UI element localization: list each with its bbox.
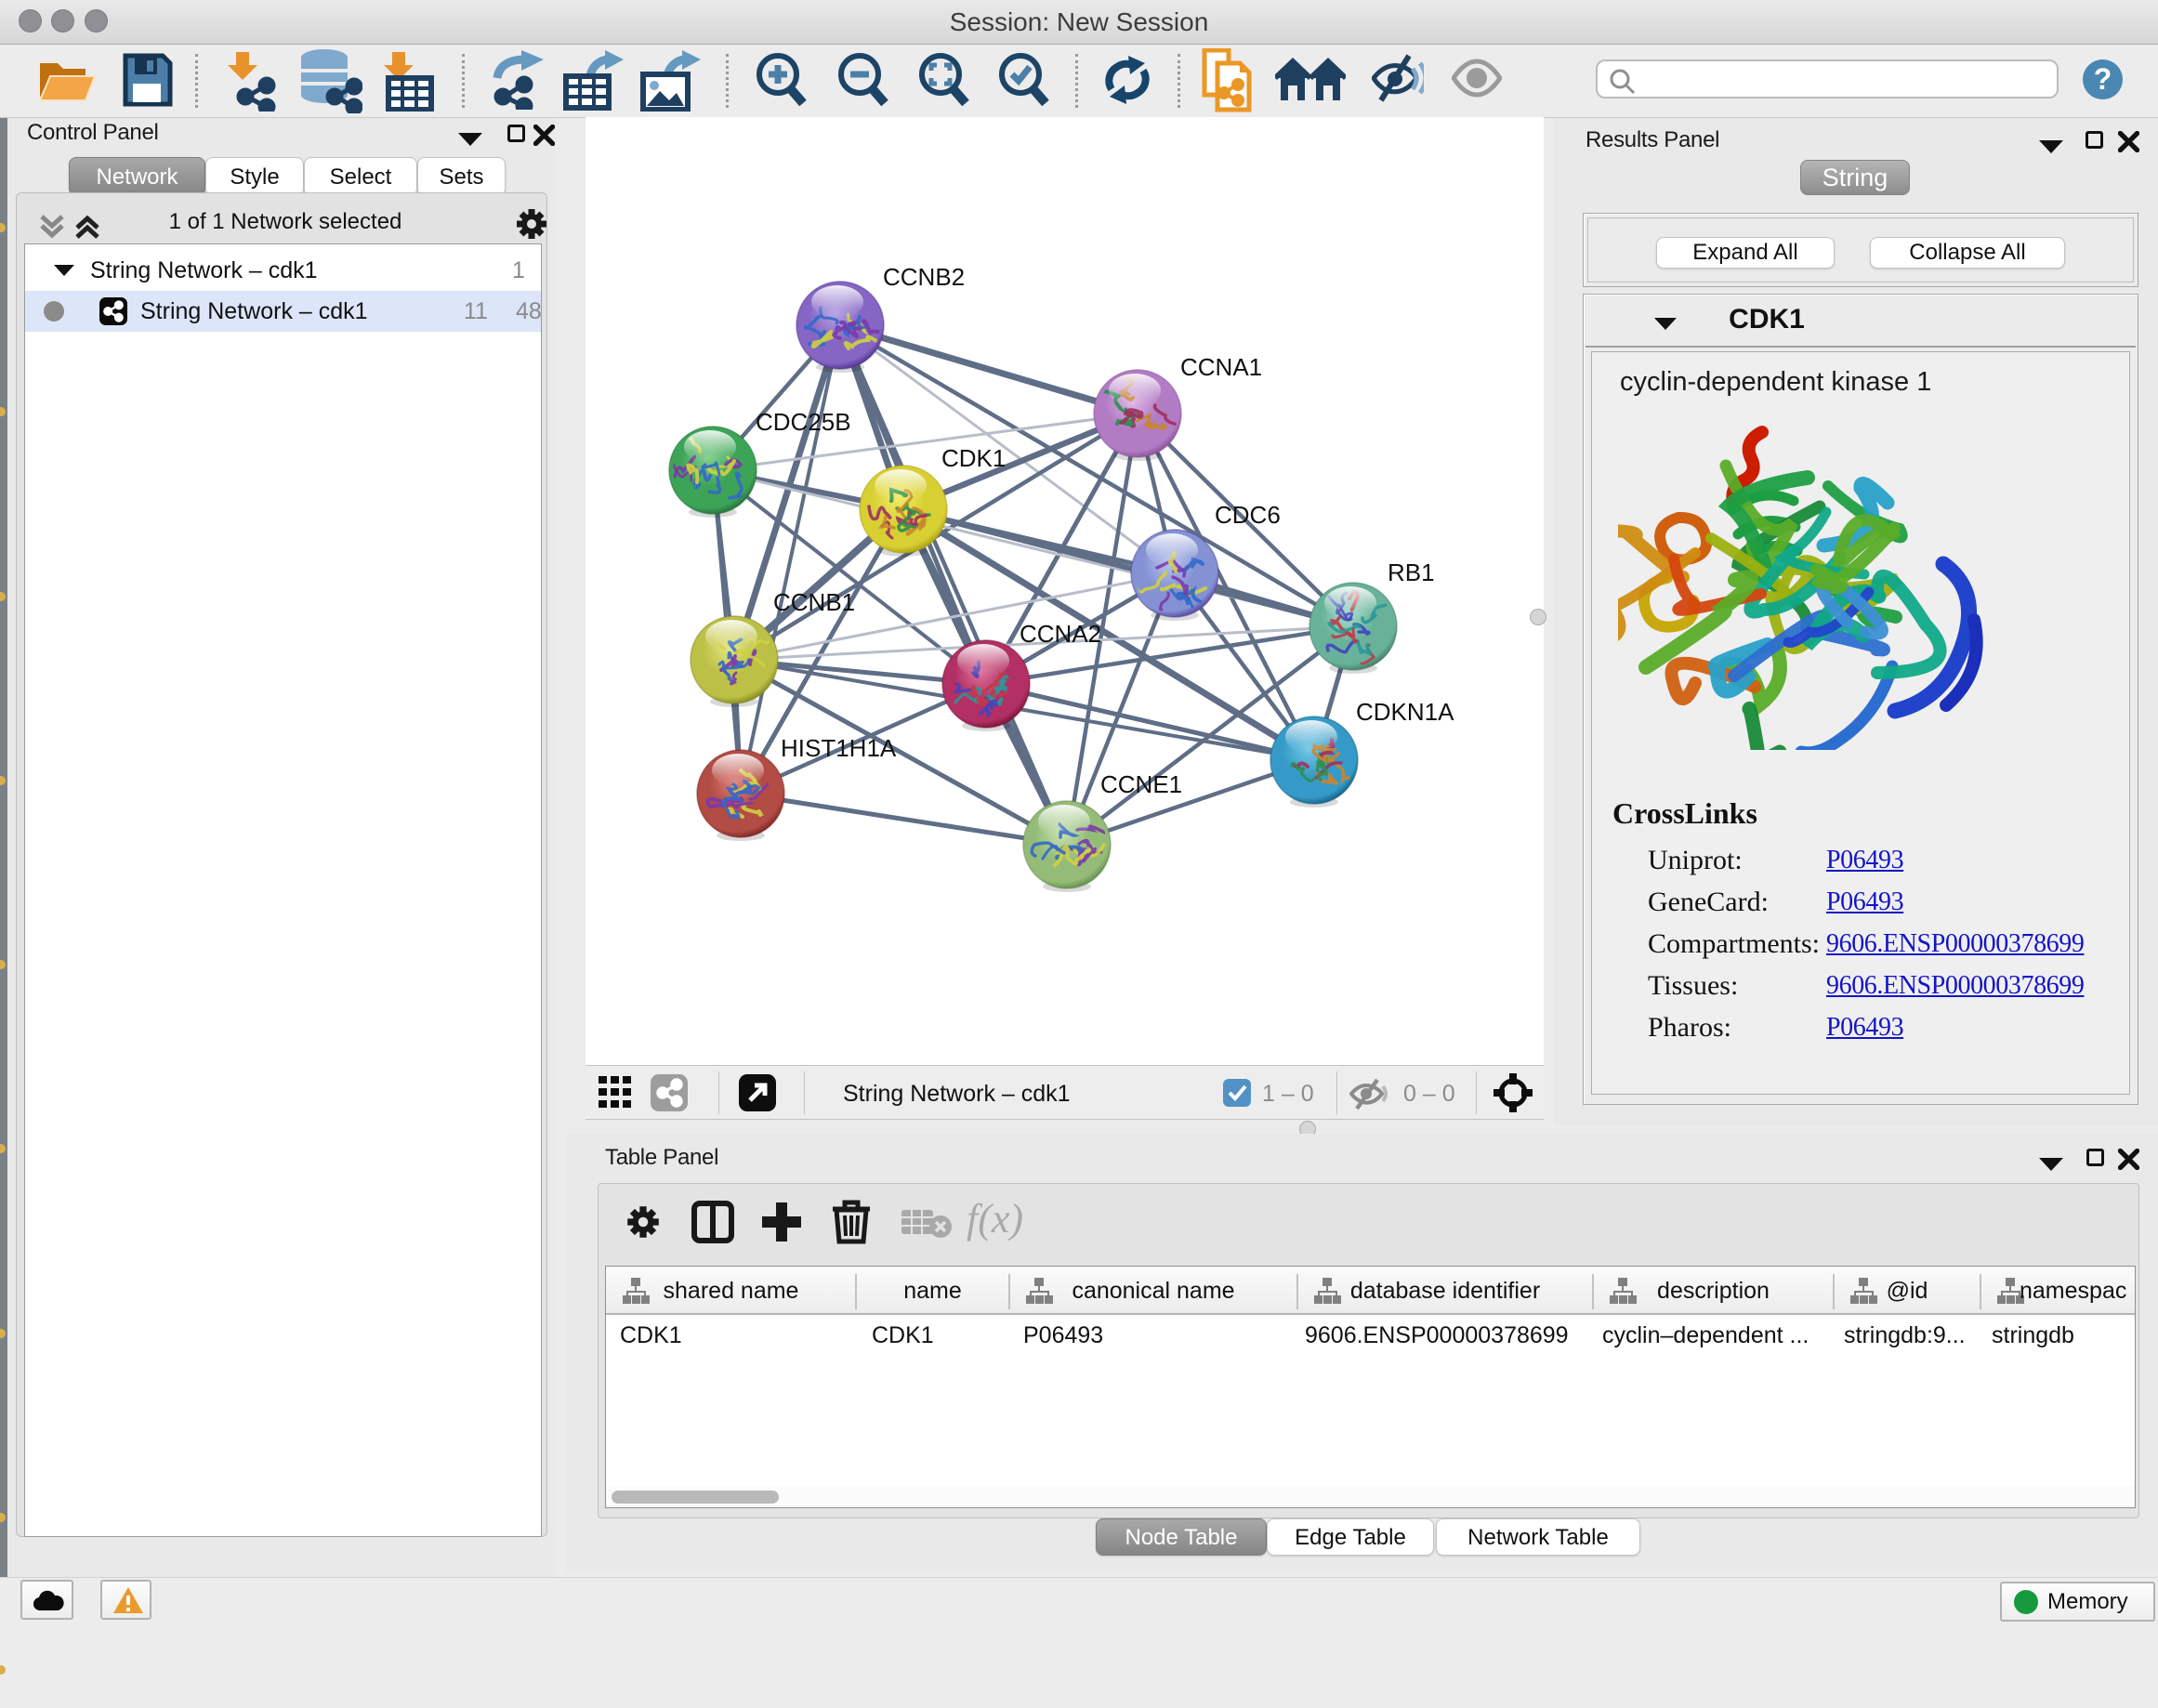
svg-text:HIST1H1A: HIST1H1A [781, 734, 897, 762]
svg-text:CCNB1: CCNB1 [773, 588, 855, 616]
svg-text:CCNA1: CCNA1 [1180, 353, 1262, 381]
svg-text:CDC6: CDC6 [1215, 501, 1281, 529]
svg-text:CCNA2: CCNA2 [1020, 620, 1101, 648]
svg-text:CDK1: CDK1 [941, 444, 1006, 472]
svg-text:CCNB2: CCNB2 [883, 263, 965, 291]
svg-text:CDC25B: CDC25B [756, 408, 851, 436]
svg-text:CDKN1A: CDKN1A [1356, 698, 1454, 726]
svg-text:RB1: RB1 [1388, 558, 1435, 586]
svg-text:CCNE1: CCNE1 [1100, 770, 1182, 798]
